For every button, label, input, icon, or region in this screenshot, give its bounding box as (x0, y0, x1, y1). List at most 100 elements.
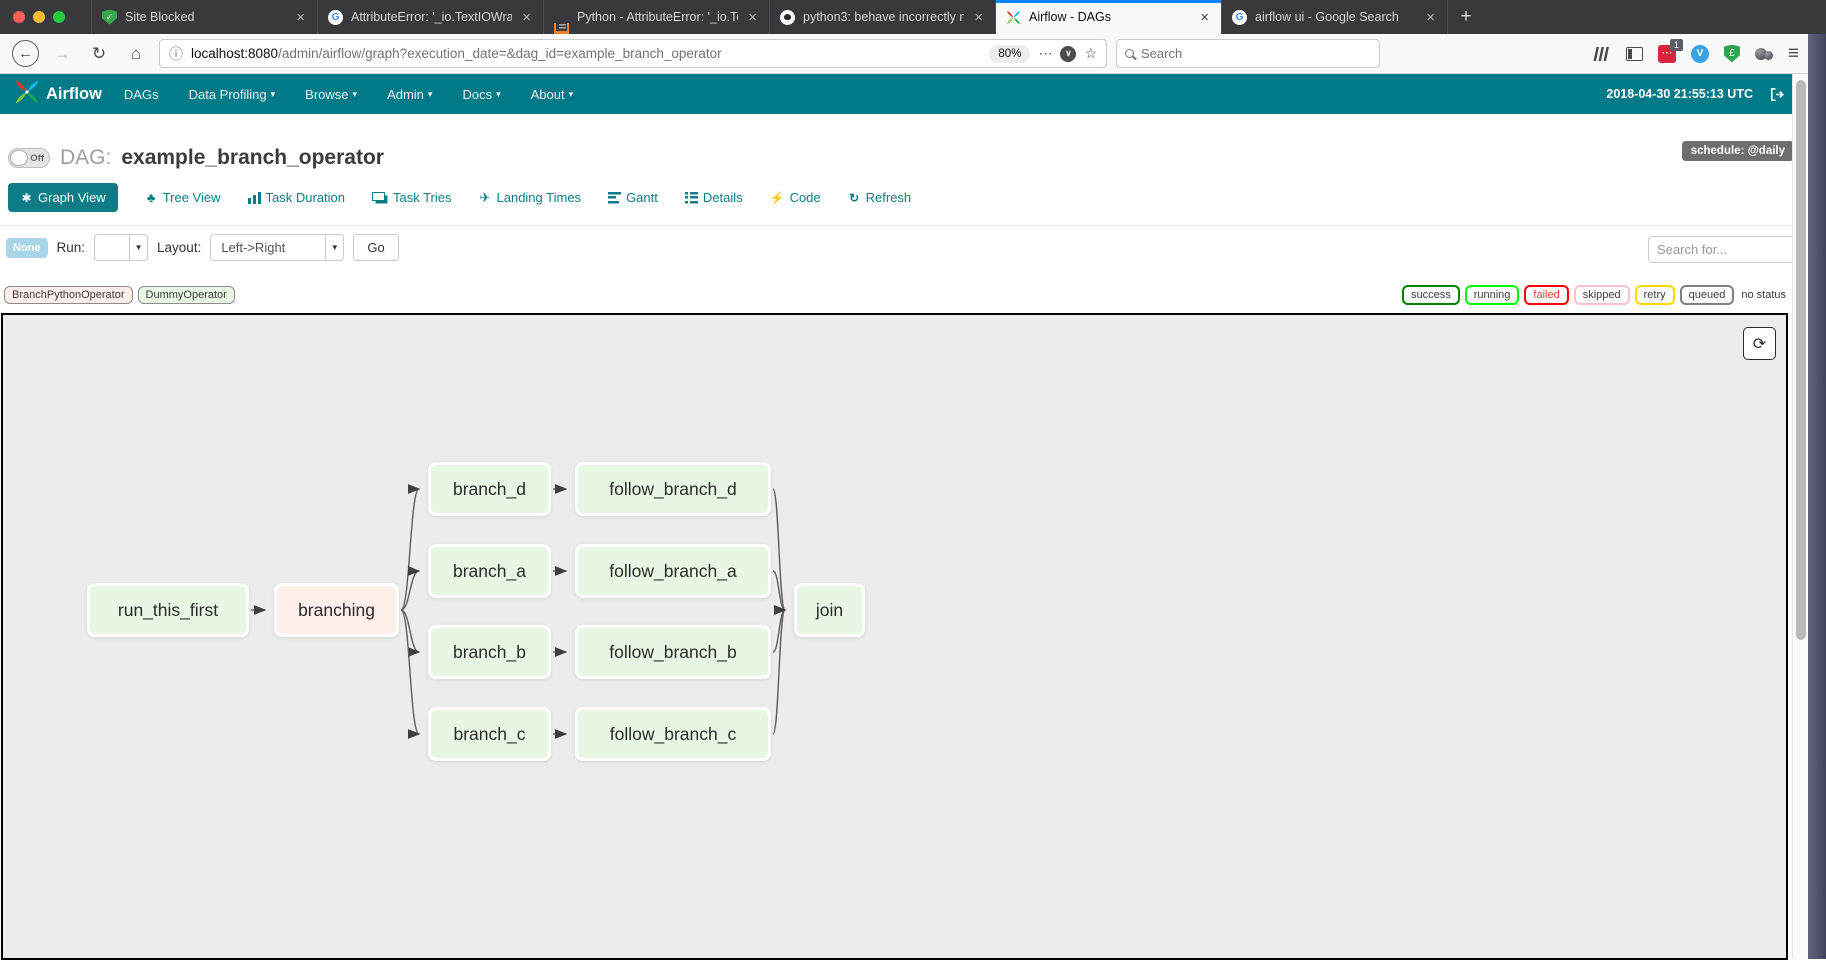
browser-tab-airflow[interactable]: Airflow - DAGs× (996, 0, 1222, 34)
containers-icon[interactable] (1755, 46, 1773, 62)
site-info-icon[interactable]: ⓘ (169, 44, 183, 64)
page-actions-icon[interactable]: ⋯ (1038, 45, 1052, 62)
task-search-box[interactable] (1648, 236, 1794, 263)
stackoverflow-icon (554, 23, 569, 34)
home-button[interactable]: ⌂ (122, 40, 150, 68)
dag-node-branch_d[interactable]: branch_d (428, 462, 551, 516)
desktop-background-strip (1808, 34, 1826, 959)
tab-landing-times[interactable]: Landing Times (479, 190, 582, 206)
refresh-icon (848, 191, 861, 205)
chevron-down-icon: ▼ (129, 235, 147, 260)
dag-graph-panel[interactable]: run_this_first branching branch_d follow_br… (1, 313, 1788, 960)
brand-name: Airflow (46, 85, 102, 104)
scrollbar-thumb[interactable] (1796, 80, 1806, 640)
close-tab-icon[interactable]: × (1198, 9, 1211, 26)
browser-tab-site[interactable]: Site Blocked× (92, 0, 318, 34)
extension-badge: 1 (1670, 39, 1683, 51)
tab-gantt[interactable]: Gantt (608, 190, 658, 205)
adblock-extension-icon[interactable]: 1 (1658, 45, 1676, 63)
airflow-icon (1006, 10, 1021, 25)
close-tab-icon[interactable]: × (972, 9, 985, 26)
github-icon (780, 10, 795, 25)
new-tab-button[interactable]: + (1448, 0, 1484, 34)
url-bar[interactable]: ⓘ localhost:8080/admin/airflow/graph?exe… (159, 39, 1107, 68)
dag-node-branch_c[interactable]: branch_c (428, 707, 551, 761)
nav-item-docs[interactable]: Docs▾ (462, 87, 500, 102)
view-tabs: Graph View Tree View Task Duration Task Tri… (8, 183, 911, 212)
dag-node-branch_b[interactable]: branch_b (428, 625, 551, 679)
page-zoom-badge[interactable]: 80% (989, 45, 1030, 63)
airflow-brand[interactable]: Airflow (14, 79, 102, 110)
close-window-button[interactable] (13, 11, 25, 23)
bookmark-star-icon[interactable]: ☆ (1084, 45, 1097, 62)
close-tab-icon[interactable]: × (294, 9, 307, 26)
close-tab-icon[interactable]: × (746, 9, 759, 26)
url-host: localhost:8080 (191, 46, 278, 61)
dag-node-run_this_first[interactable]: run_this_first (87, 583, 249, 637)
browser-tab-python3-[interactable]: python3: behave incorrectly mo× (770, 0, 996, 34)
minimize-window-button[interactable] (33, 11, 45, 23)
tab-task-tries[interactable]: Task Tries (372, 190, 452, 205)
caret-down-icon: ▾ (496, 89, 501, 100)
tab-task-duration[interactable]: Task Duration (248, 190, 345, 205)
scrollbar-track[interactable] (1792, 74, 1808, 959)
tab-details[interactable]: Details (685, 190, 743, 205)
tab-graph-view[interactable]: Graph View (8, 183, 118, 212)
task-search-input[interactable] (1657, 242, 1785, 257)
schedule-badge[interactable]: schedule: @daily (1682, 141, 1794, 161)
close-tab-icon[interactable]: × (1424, 9, 1437, 26)
task-duration-icon (248, 192, 261, 204)
dag-node-branching[interactable]: branching (274, 583, 399, 637)
close-tab-icon[interactable]: × (520, 9, 533, 26)
dag-node-follow_branch_c[interactable]: follow_branch_c (575, 707, 771, 761)
browser-search-box[interactable] (1116, 39, 1380, 68)
menu-hamburger-icon[interactable]: ≡ (1788, 43, 1798, 65)
browser-search-input[interactable] (1141, 46, 1371, 61)
sidebar-icon[interactable] (1626, 47, 1643, 61)
dag-label: DAG: (60, 146, 111, 170)
dag-node-branch_a[interactable]: branch_a (428, 544, 551, 598)
dag-node-follow_branch_b[interactable]: follow_branch_b (575, 625, 771, 679)
tab-tree-view[interactable]: Tree View (145, 190, 221, 205)
details-icon (685, 192, 698, 204)
zoom-window-button[interactable] (53, 11, 65, 23)
url-text[interactable]: localhost:8080/admin/airflow/graph?execu… (191, 46, 981, 61)
task-tries-icon (372, 192, 385, 201)
go-button[interactable]: Go (353, 234, 398, 261)
shield-extension-icon[interactable] (1724, 45, 1740, 63)
browser-tab-airflow[interactable]: airflow ui - Google Search× (1222, 0, 1448, 34)
nav-item-about[interactable]: About▾ (531, 87, 574, 102)
library-icon[interactable] (1593, 47, 1612, 61)
blue-extension-icon[interactable] (1691, 45, 1709, 63)
tab-code[interactable]: Code (770, 190, 821, 205)
graph-refresh-button[interactable]: ⟳ (1743, 327, 1776, 360)
back-button[interactable]: ← (12, 40, 39, 67)
tab-refresh[interactable]: Refresh (848, 190, 912, 205)
nav-item-dags[interactable]: DAGs (124, 87, 159, 102)
dag-node-join[interactable]: join (794, 583, 865, 637)
caret-down-icon: ▾ (569, 89, 574, 100)
airflow-navbar: Airflow DAGs Data Profiling▾ Browse▾ Admin▾… (0, 74, 1810, 114)
browser-tab-bar: Site Blocked×AttributeError: '_io.TextIO… (0, 0, 1826, 34)
nav-item-data-profiling[interactable]: Data Profiling▾ (189, 87, 276, 102)
operator-legend: BranchPythonOperatorDummyOperator (4, 286, 235, 304)
run-controls: None Run: ▼ Layout: Left->Right ▼ Go (6, 234, 399, 261)
window-controls (0, 0, 92, 34)
operator-chip-dummyoperator: DummyOperator (138, 286, 235, 304)
layout-select[interactable]: Left->Right ▼ (210, 234, 344, 261)
pocket-icon[interactable]: ∨ (1060, 46, 1076, 62)
dag-node-follow_branch_d[interactable]: follow_branch_d (575, 462, 771, 516)
nav-item-browse[interactable]: Browse▾ (305, 87, 357, 102)
tree-view-icon (145, 190, 158, 205)
browser-tab-attributeerror-[interactable]: AttributeError: '_io.TextIOWrapp× (318, 0, 544, 34)
legend-row: BranchPythonOperatorDummyOperator succes… (4, 285, 1788, 305)
nav-item-admin[interactable]: Admin▾ (387, 87, 432, 102)
search-icon (1125, 49, 1134, 58)
reload-button[interactable]: ↻ (85, 40, 113, 68)
run-select[interactable]: ▼ (94, 234, 148, 261)
browser-tab-python[interactable]: Python - AttributeError: '_io.Te× (544, 0, 770, 34)
dag-node-follow_branch_a[interactable]: follow_branch_a (575, 544, 771, 598)
dag-pause-toggle[interactable]: Off (8, 148, 50, 168)
forward-button[interactable]: → (48, 40, 76, 68)
logout-icon[interactable] (1769, 87, 1784, 102)
